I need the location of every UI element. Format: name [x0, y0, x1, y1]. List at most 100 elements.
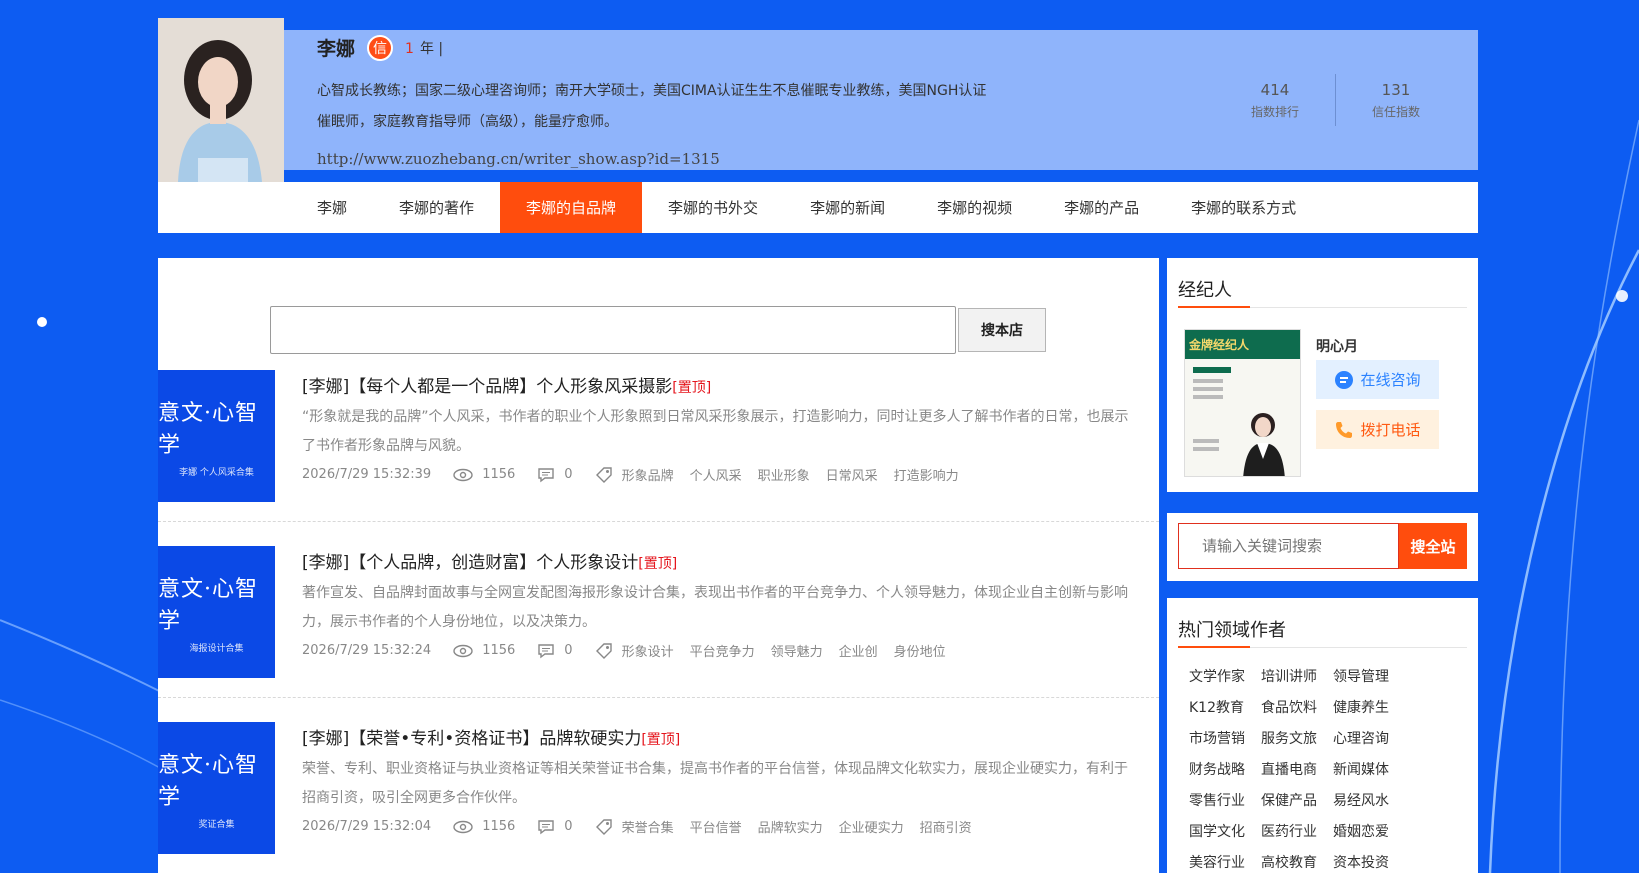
- comment-icon: [538, 643, 554, 658]
- article-title[interactable]: [李娜]【荣誉•专利•资格证书】品牌软硬实力[置顶]: [302, 724, 1132, 749]
- thumb-subtitle: 海报设计合集: [189, 643, 244, 654]
- eye-icon: [453, 820, 473, 833]
- article-tag[interactable]: 企业硬实力: [839, 817, 904, 836]
- nav-item-brand[interactable]: 李娜的自品牌: [500, 182, 643, 233]
- article-thumbnail[interactable]: 意文·心智学 奖证合集: [158, 722, 275, 854]
- hot-field-item[interactable]: 国学文化: [1189, 821, 1245, 841]
- article-title-text[interactable]: [李娜]【个人品牌，创造财富】个人形象设计: [302, 553, 638, 573]
- article-tag[interactable]: 身份地位: [894, 641, 946, 660]
- hot-field-item[interactable]: 婚姻恋爱: [1333, 821, 1389, 841]
- eye-icon: [453, 644, 473, 657]
- hot-field-item[interactable]: 保健产品: [1261, 790, 1317, 810]
- hot-field-item[interactable]: 服务文旅: [1261, 728, 1317, 748]
- article-meta: 2026/7/29 15:32:39 1156 0 形象品牌 个人风采 职业形象…: [302, 465, 1132, 484]
- article-description: 荣誉、专利、职业资格证与执业资格证等相关荣誉证书合集，提高书作者的平台信誉，体现…: [302, 761, 1128, 806]
- hot-field-item[interactable]: 高校教育: [1261, 852, 1317, 872]
- article-tag[interactable]: 形象设计: [622, 641, 674, 660]
- nav-item-news[interactable]: 李娜的新闻: [784, 182, 911, 233]
- hot-field-item[interactable]: 易经风水: [1333, 790, 1389, 810]
- pinned-tag: [置顶]: [672, 380, 712, 396]
- store-search-button[interactable]: 搜本店: [958, 308, 1046, 352]
- article-date: 2026/7/29 15:32:24: [302, 643, 432, 658]
- agent-book-cover[interactable]: 金牌经纪人: [1184, 329, 1301, 477]
- article-tag[interactable]: 打造影响力: [894, 465, 959, 484]
- author-name: 李娜: [317, 38, 356, 60]
- hot-field-item[interactable]: 文学作家: [1189, 666, 1245, 686]
- hot-field-item[interactable]: 美容行业: [1189, 852, 1245, 872]
- stat-value: 414: [1260, 80, 1290, 99]
- article-tag[interactable]: 日常风采: [826, 465, 878, 484]
- store-search: 搜本店: [270, 306, 1046, 354]
- hot-field-item[interactable]: 领导管理: [1333, 666, 1389, 686]
- portrait-image: [158, 18, 284, 182]
- hot-field-item[interactable]: 财务战略: [1189, 759, 1245, 779]
- agent-cover-image: [1185, 359, 1300, 476]
- hot-field-item[interactable]: K12教育: [1189, 697, 1245, 717]
- article-title-text[interactable]: [李娜]【每个人都是一个品牌】个人形象风采摄影: [302, 377, 672, 397]
- article-tag[interactable]: 职业形象: [758, 465, 810, 484]
- article-tag[interactable]: 招商引资: [920, 817, 972, 836]
- article-tag[interactable]: 平台竞争力: [690, 641, 755, 660]
- site-search-input[interactable]: [1178, 523, 1399, 569]
- article-item[interactable]: 意文·心智学 奖证合集 [李娜]【荣誉•专利•资格证书】品牌软硬实力[置顶] 荣…: [158, 714, 1159, 873]
- author-homepage-url[interactable]: http://www.zuozhebang.cn/writer_show.asp…: [317, 150, 720, 168]
- article-tag[interactable]: 平台信誉: [690, 817, 742, 836]
- main-content: 搜本店 意文·心智学 李娜 个人风采合集 [李娜]【每个人都是一个品牌】个人形象…: [158, 258, 1159, 873]
- hot-fields-title: 热门领域作者: [1178, 598, 1467, 648]
- tag-icon: [595, 466, 612, 483]
- comment-count-value: 0: [564, 819, 573, 834]
- call-button[interactable]: 拨打电话: [1316, 410, 1439, 449]
- years-number: 1: [405, 40, 414, 57]
- view-count-value: 1156: [482, 819, 516, 834]
- article-meta: 2026/7/29 15:32:04 1156 0 荣誉合集 平台信誉 品牌软实…: [302, 817, 1132, 836]
- article-title[interactable]: [李娜]【个人品牌，创造财富】个人形象设计[置顶]: [302, 548, 1132, 573]
- article-tag[interactable]: 企业创: [839, 641, 878, 660]
- article-tag[interactable]: 个人风采: [690, 465, 742, 484]
- site-search: 搜全站: [1167, 513, 1478, 581]
- hot-field-item[interactable]: 健康养生: [1333, 697, 1389, 717]
- article-tag[interactable]: 荣誉合集: [622, 817, 674, 836]
- thumb-subtitle: 奖证合集: [198, 819, 235, 830]
- article-tag[interactable]: 形象品牌: [622, 465, 674, 484]
- nav-item-contact[interactable]: 李娜的联系方式: [1165, 182, 1322, 233]
- thumb-title: 意文·心智学: [158, 752, 258, 810]
- article-thumbnail[interactable]: 意文·心智学 海报设计合集: [158, 546, 275, 678]
- nav-item-videos[interactable]: 李娜的视频: [911, 182, 1038, 233]
- comment-count-value: 0: [564, 643, 573, 658]
- article-item[interactable]: 意文·心智学 海报设计合集 [李娜]【个人品牌，创造财富】个人形象设计[置顶] …: [158, 538, 1159, 698]
- comment-icon: [538, 467, 554, 482]
- cover-title: 金牌经纪人: [1185, 330, 1300, 359]
- article-title-text[interactable]: [李娜]【荣誉•专利•资格证书】品牌软硬实力: [302, 729, 641, 749]
- nav-item-works[interactable]: 李娜的著作: [373, 182, 500, 233]
- years-suffix: 年 |: [419, 40, 444, 57]
- hot-field-item[interactable]: 培训讲师: [1261, 666, 1317, 686]
- online-consult-button[interactable]: 在线咨询: [1316, 360, 1439, 399]
- store-search-input[interactable]: [270, 306, 956, 354]
- article-description: “形象就是我的品牌”个人风采，书作者的职业个人形象照到日常风采形象展示，打造影响…: [302, 409, 1129, 454]
- article-tag[interactable]: 品牌软实力: [758, 817, 823, 836]
- author-header: 李娜 信 1 年 | 心智成长教练；国家二级心理咨询师；南开大学硕士，美国CIMA…: [158, 18, 1478, 234]
- nav-item-products[interactable]: 李娜的产品: [1038, 182, 1165, 233]
- tag-icon: [595, 818, 612, 835]
- hot-field-item[interactable]: 零售行业: [1189, 790, 1245, 810]
- article-tag[interactable]: 领导魅力: [771, 641, 823, 660]
- article-thumbnail[interactable]: 意文·心智学 李娜 个人风采合集: [158, 370, 275, 502]
- article-title[interactable]: [李娜]【每个人都是一个品牌】个人形象风采摄影[置顶]: [302, 372, 1132, 397]
- hot-field-item[interactable]: 食品饮料: [1261, 697, 1317, 717]
- nav-item-diplomacy[interactable]: 李娜的书外交: [642, 182, 784, 233]
- hot-field-item[interactable]: 新闻媒体: [1333, 759, 1389, 779]
- article-item[interactable]: 意文·心智学 李娜 个人风采合集 [李娜]【每个人都是一个品牌】个人形象风采摄影…: [158, 362, 1159, 522]
- comment-count: 0: [537, 819, 573, 835]
- article-date: 2026/7/29 15:32:39: [302, 467, 432, 482]
- nav-item-home[interactable]: 李娜: [291, 182, 373, 233]
- hot-field-item[interactable]: 直播电商: [1261, 759, 1317, 779]
- site-search-button[interactable]: 搜全站: [1399, 523, 1467, 569]
- hot-field-item[interactable]: 市场营销: [1189, 728, 1245, 748]
- hot-field-item[interactable]: 资本投资: [1333, 852, 1389, 872]
- hot-field-item[interactable]: 医药行业: [1261, 821, 1317, 841]
- article-body: [李娜]【每个人都是一个品牌】个人形象风采摄影[置顶] “形象就是我的品牌”个人…: [302, 372, 1132, 484]
- hot-fields-list: 文学作家 培训讲师 领导管理 K12教育 食品饮料 健康养生 市场营销 服务文旅…: [1167, 648, 1478, 872]
- article-date: 2026/7/29 15:32:04: [302, 819, 432, 834]
- author-name-row: 李娜 信 1 年 |: [317, 34, 443, 61]
- hot-field-item[interactable]: 心理咨询: [1333, 728, 1389, 748]
